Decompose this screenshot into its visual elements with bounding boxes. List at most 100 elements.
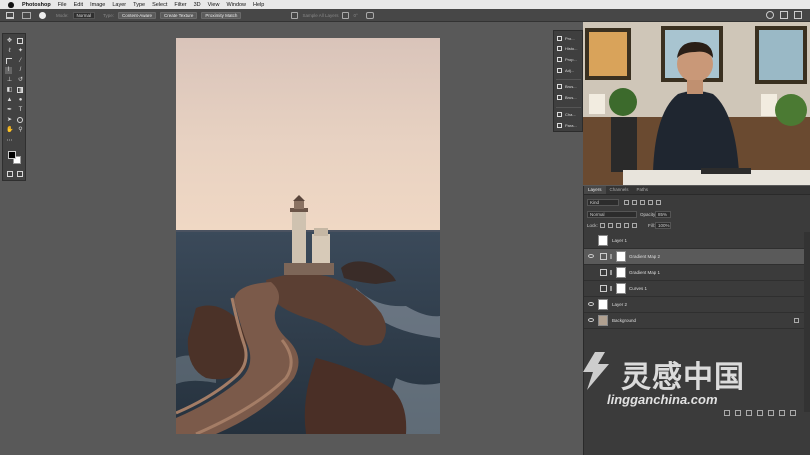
menu-3d[interactable]: 3D bbox=[194, 2, 201, 8]
trash-icon[interactable] bbox=[790, 410, 796, 416]
document-canvas[interactable] bbox=[176, 38, 440, 434]
tab-channels[interactable]: Channels bbox=[606, 186, 633, 194]
layer-row-gradient-map-2[interactable]: Gradient Map 2 bbox=[584, 249, 805, 265]
menu-image[interactable]: Image bbox=[90, 2, 105, 8]
layer-row-curves-1[interactable]: Curves 1 bbox=[584, 281, 805, 297]
angle-icon bbox=[342, 11, 350, 19]
brush-settings-panel-button[interactable]: Brus... bbox=[557, 95, 577, 100]
panel-label: Cha... bbox=[565, 112, 576, 117]
filter-shape-icon[interactable] bbox=[648, 200, 653, 205]
menu-edit[interactable]: Edit bbox=[74, 2, 83, 8]
tab-layers[interactable]: Layers bbox=[584, 186, 606, 194]
paragraph-panel-button[interactable]: Para... bbox=[557, 123, 577, 128]
sample-all-layers-checkbox[interactable] bbox=[291, 11, 299, 19]
adjustments-panel-button[interactable]: Adj... bbox=[557, 68, 574, 73]
tab-paths[interactable]: Paths bbox=[633, 186, 653, 194]
layer-mask-thumbnail[interactable] bbox=[616, 267, 626, 278]
layer-filter-select[interactable]: Kind bbox=[587, 199, 619, 206]
layer-mask-thumbnail[interactable] bbox=[616, 251, 626, 262]
share-icon[interactable] bbox=[794, 11, 802, 19]
pressure-icon[interactable] bbox=[365, 11, 374, 19]
path-selection-tool-icon[interactable]: ➤ bbox=[6, 117, 13, 124]
layer-name: Layer 2 bbox=[612, 302, 628, 307]
proximity-match-button[interactable]: Proximity Match bbox=[201, 11, 242, 19]
screen-mode-icon[interactable] bbox=[17, 171, 23, 177]
zoom-tool-icon[interactable]: ⚲ bbox=[17, 127, 24, 134]
filter-adjustment-icon[interactable] bbox=[632, 200, 637, 205]
angle-value[interactable]: 0° bbox=[353, 13, 357, 18]
layers-panel-tabs: Layers Channels Paths bbox=[584, 186, 810, 195]
layer-row-background[interactable]: Background bbox=[584, 313, 805, 329]
new-layer-icon[interactable] bbox=[779, 410, 785, 416]
visibility-eye-icon[interactable] bbox=[588, 254, 594, 258]
marquee-tool-icon[interactable] bbox=[17, 38, 23, 44]
lock-transparency-icon[interactable] bbox=[600, 223, 605, 228]
menu-view[interactable]: View bbox=[208, 2, 220, 8]
layer-row-layer-1[interactable]: Layer 1 bbox=[584, 233, 805, 249]
layer-row-gradient-map-1[interactable]: Gradient Map 1 bbox=[584, 265, 805, 281]
properties2-panel-button[interactable]: Prop... bbox=[557, 57, 577, 62]
search-icon[interactable] bbox=[766, 11, 774, 19]
menu-file[interactable]: File bbox=[58, 2, 67, 8]
healing-brush-tool-icon[interactable]: ⌇ bbox=[5, 67, 12, 74]
filter-smart-object-icon[interactable] bbox=[656, 200, 661, 205]
brush-tool-icon[interactable]: / bbox=[17, 67, 24, 74]
blur-tool-icon[interactable]: ▲ bbox=[6, 97, 13, 104]
eyedropper-tool-icon[interactable]: ⁄ bbox=[17, 58, 24, 65]
visibility-eye-icon[interactable] bbox=[588, 302, 594, 306]
gradient-tool-icon[interactable] bbox=[17, 87, 23, 93]
menu-window[interactable]: Window bbox=[226, 2, 246, 8]
edit-toolbar-icon[interactable]: ⋯ bbox=[6, 138, 13, 145]
filter-type-icon[interactable] bbox=[640, 200, 645, 205]
visibility-eye-icon[interactable] bbox=[588, 318, 594, 322]
type-tool-icon[interactable]: T bbox=[17, 107, 24, 114]
move-tool-icon[interactable]: ✥ bbox=[6, 38, 13, 45]
lasso-tool-icon[interactable]: ℓ bbox=[6, 48, 13, 55]
panel-label: Adj... bbox=[565, 68, 575, 73]
gradient-map-adjustment-icon bbox=[600, 253, 607, 260]
foreground-color-swatch[interactable] bbox=[8, 151, 16, 159]
menu-filter[interactable]: Filter bbox=[174, 2, 186, 8]
blend-mode-select[interactable]: Normal bbox=[587, 211, 637, 218]
menu-help[interactable]: Help bbox=[253, 2, 264, 8]
lighthouse-photo bbox=[176, 38, 440, 434]
home-icon[interactable] bbox=[6, 11, 14, 19]
clone-stamp-tool-icon[interactable]: ⊥ bbox=[6, 77, 13, 84]
crop-tool-icon[interactable] bbox=[6, 58, 12, 64]
apple-icon[interactable] bbox=[8, 1, 14, 8]
lock-position-icon[interactable] bbox=[616, 223, 621, 228]
layer-mask-thumbnail[interactable] bbox=[616, 283, 626, 294]
menu-layer[interactable]: Layer bbox=[112, 2, 126, 8]
healing-brush-preset-icon[interactable] bbox=[22, 11, 31, 19]
brushes-panel-button[interactable]: Brus... bbox=[557, 84, 577, 89]
hand-tool-icon[interactable]: ✋ bbox=[6, 127, 13, 134]
menu-type[interactable]: Type bbox=[133, 2, 145, 8]
panel-label: Prop... bbox=[565, 57, 577, 62]
lock-artboard-icon[interactable] bbox=[624, 223, 629, 228]
properties-panel-button[interactable]: Pro... bbox=[557, 36, 575, 41]
history-brush-tool-icon[interactable]: ↺ bbox=[17, 77, 24, 84]
fill-input[interactable]: 100% bbox=[655, 222, 671, 229]
magic-wand-tool-icon[interactable]: ✦ bbox=[17, 48, 24, 55]
content-aware-button[interactable]: Content-Aware bbox=[118, 11, 156, 19]
workspace-icon[interactable] bbox=[780, 11, 788, 19]
filter-pixel-icon[interactable] bbox=[624, 200, 629, 205]
dodge-tool-icon[interactable]: ● bbox=[17, 97, 24, 104]
brush-size-icon[interactable] bbox=[39, 11, 46, 19]
histogram-panel-button[interactable]: Histo... bbox=[557, 46, 577, 51]
mode-select[interactable]: Normal bbox=[72, 11, 96, 19]
shape-tool-icon[interactable] bbox=[17, 117, 23, 123]
layers-scrollbar[interactable] bbox=[804, 232, 810, 412]
create-texture-button[interactable]: Create Texture bbox=[159, 11, 198, 19]
opacity-input[interactable]: 85% bbox=[655, 211, 671, 218]
lock-all-icon[interactable] bbox=[632, 223, 637, 228]
menu-select[interactable]: Select bbox=[152, 2, 167, 8]
pen-tool-icon[interactable]: ✒ bbox=[6, 107, 13, 114]
eraser-tool-icon[interactable]: ◧ bbox=[6, 87, 13, 94]
menu-app-name[interactable]: Photoshop bbox=[22, 2, 51, 8]
layer-row-layer-2[interactable]: Layer 2 bbox=[584, 297, 805, 313]
character-panel-button[interactable]: Cha... bbox=[557, 112, 576, 117]
character-icon bbox=[557, 112, 562, 117]
lock-pixels-icon[interactable] bbox=[608, 223, 613, 228]
quick-mask-icon[interactable] bbox=[7, 171, 13, 177]
